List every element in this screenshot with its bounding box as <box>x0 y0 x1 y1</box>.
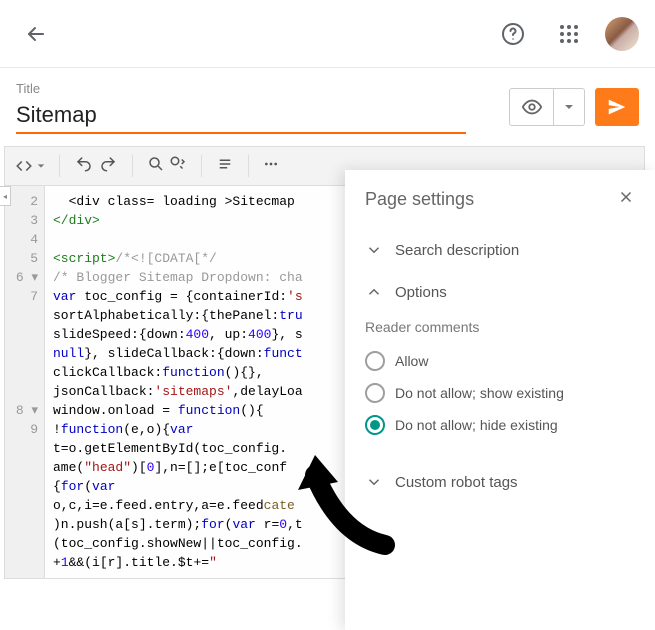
section-label: Custom robot tags <box>395 474 518 491</box>
radio-icon <box>365 415 385 435</box>
redo-button[interactable] <box>98 155 118 178</box>
replace-button[interactable] <box>169 155 187 178</box>
section-label: Search description <box>395 242 519 259</box>
section-options[interactable]: Options <box>365 271 635 313</box>
avatar[interactable] <box>605 17 639 51</box>
publish-button[interactable] <box>595 88 639 126</box>
title-label: Title <box>16 81 466 96</box>
section-custom-robot-tags[interactable]: Custom robot tags <box>365 461 635 503</box>
radio-allow[interactable]: Allow <box>365 345 635 377</box>
panel-title: Page settings <box>365 189 474 210</box>
line-gutter: 23456 ▾78 ▾9 <box>5 186 45 578</box>
html-mode-button[interactable] <box>15 157 45 175</box>
header <box>0 0 655 68</box>
gutter-collapse-handle[interactable]: ◂ <box>0 186 11 206</box>
radio-label: Do not allow; hide existing <box>395 417 558 433</box>
chevron-down-icon <box>365 473 383 491</box>
preview-dropdown[interactable] <box>554 89 584 125</box>
radio-icon <box>365 351 385 371</box>
preview-button[interactable] <box>510 89 554 125</box>
apps-icon[interactable] <box>549 14 589 54</box>
search-button[interactable] <box>147 155 165 178</box>
chevron-up-icon <box>365 283 383 301</box>
close-icon[interactable] <box>617 188 635 211</box>
radio-icon <box>365 383 385 403</box>
radio-dont-allow-show[interactable]: Do not allow; show existing <box>365 377 635 409</box>
chevron-down-icon <box>365 241 383 259</box>
title-row: Title <box>0 68 655 146</box>
preview-split-button <box>509 88 585 126</box>
page-settings-panel: Page settings Search description Options… <box>345 170 655 630</box>
reader-comments-label: Reader comments <box>365 319 635 335</box>
help-icon[interactable] <box>493 14 533 54</box>
back-button[interactable] <box>16 14 56 54</box>
radio-label: Do not allow; show existing <box>395 385 564 401</box>
format-button[interactable] <box>216 155 234 178</box>
more-button[interactable] <box>263 156 279 177</box>
section-label: Options <box>395 284 447 301</box>
radio-label: Allow <box>395 353 428 369</box>
radio-dont-allow-hide[interactable]: Do not allow; hide existing <box>365 409 635 441</box>
undo-button[interactable] <box>74 155 94 178</box>
title-input[interactable] <box>16 100 466 134</box>
section-search-description[interactable]: Search description <box>365 229 635 271</box>
